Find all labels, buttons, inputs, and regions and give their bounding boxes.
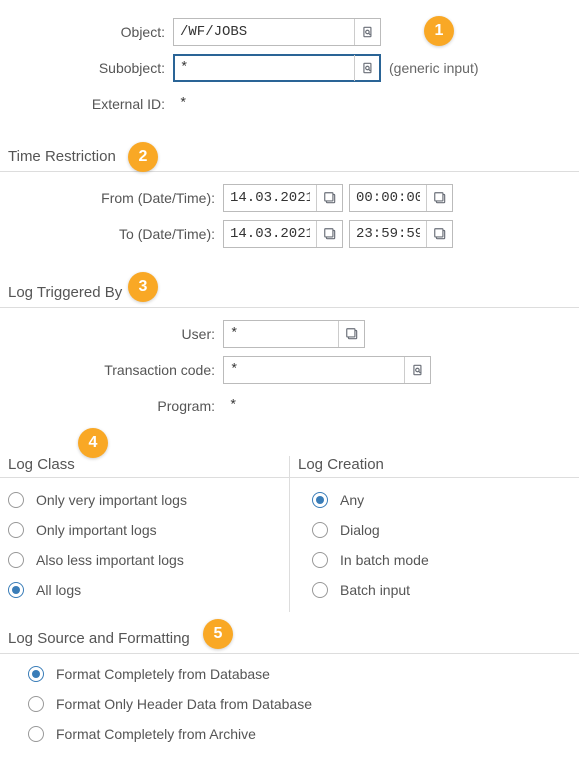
- logcreate-opt-any[interactable]: Any: [312, 492, 571, 508]
- logclass-opt-less-important[interactable]: Also less important logs: [8, 552, 281, 568]
- tcode-input[interactable]: [224, 357, 404, 383]
- radio-icon: [8, 582, 24, 598]
- tcode-label: Transaction code:: [8, 362, 223, 378]
- subobject-input-wrap: [173, 54, 381, 82]
- radio-label: Format Only Header Data from Database: [56, 696, 312, 712]
- marker-5: 5: [203, 619, 233, 649]
- program-label: Program:: [8, 398, 223, 414]
- object-input-wrap: [173, 18, 381, 46]
- to-time-input[interactable]: [350, 221, 426, 247]
- user-input-wrap: [223, 320, 365, 348]
- source-opt-db-full[interactable]: Format Completely from Database: [28, 666, 571, 682]
- class-creation-section: Log Class Only very important logs Only …: [0, 456, 579, 612]
- subobject-search-icon[interactable]: [354, 55, 380, 81]
- radio-label: Only very important logs: [36, 492, 187, 508]
- log-triggered-title: Log Triggered By: [0, 284, 579, 305]
- logcreate-opt-batch-input[interactable]: Batch input: [312, 582, 571, 598]
- radio-icon: [312, 492, 328, 508]
- subobject-label: Subobject:: [8, 60, 173, 76]
- radio-icon: [8, 552, 24, 568]
- radio-icon: [28, 696, 44, 712]
- radio-label: Any: [340, 492, 364, 508]
- source-opt-db-header[interactable]: Format Only Header Data from Database: [28, 696, 571, 712]
- object-search-icon[interactable]: [354, 19, 380, 45]
- radio-icon: [8, 522, 24, 538]
- logclass-opt-very-important[interactable]: Only very important logs: [8, 492, 281, 508]
- radio-label: Format Completely from Archive: [56, 726, 256, 742]
- to-date-picker-icon[interactable]: [316, 221, 342, 247]
- log-creation-col: Log Creation Any Dialog In batch mode Ba…: [290, 456, 579, 612]
- to-time-picker-icon[interactable]: [426, 221, 452, 247]
- from-date-input[interactable]: [224, 185, 316, 211]
- to-time-wrap: [349, 220, 453, 248]
- radio-label: Only important logs: [36, 522, 157, 538]
- object-label: Object:: [8, 24, 173, 40]
- from-date-wrap: [223, 184, 343, 212]
- tcode-search-icon[interactable]: [404, 357, 430, 383]
- user-label: User:: [8, 326, 223, 342]
- source-opt-archive[interactable]: Format Completely from Archive: [28, 726, 571, 742]
- subobject-hint: (generic input): [389, 60, 479, 76]
- radio-label: In batch mode: [340, 552, 429, 568]
- log-source-section: Log Source and Formatting Format Complet…: [0, 630, 579, 752]
- to-date-input[interactable]: [224, 221, 316, 247]
- object-section: Object: Subobject: (generic input) Exter…: [0, 0, 579, 130]
- radio-label: All logs: [36, 582, 81, 598]
- radio-label: Dialog: [340, 522, 380, 538]
- log-source-title: Log Source and Formatting: [0, 630, 579, 651]
- radio-icon: [312, 522, 328, 538]
- externalid-input[interactable]: [173, 90, 571, 118]
- radio-icon: [8, 492, 24, 508]
- logcreate-opt-dialog[interactable]: Dialog: [312, 522, 571, 538]
- to-date-wrap: [223, 220, 343, 248]
- radio-icon: [312, 582, 328, 598]
- marker-3: 3: [128, 272, 158, 302]
- marker-1: 1: [424, 16, 454, 46]
- from-time-wrap: [349, 184, 453, 212]
- externalid-label: External ID:: [8, 96, 173, 112]
- log-triggered-section: Log Triggered By User: Transaction code:…: [0, 284, 579, 438]
- logclass-opt-all[interactable]: All logs: [8, 582, 281, 598]
- radio-label: Format Completely from Database: [56, 666, 270, 682]
- subobject-input[interactable]: [174, 55, 354, 81]
- tcode-input-wrap: [223, 356, 431, 384]
- radio-icon: [28, 726, 44, 742]
- radio-label: Batch input: [340, 582, 410, 598]
- from-time-picker-icon[interactable]: [426, 185, 452, 211]
- to-label: To (Date/Time):: [8, 226, 223, 242]
- log-creation-title: Log Creation: [290, 456, 579, 477]
- logcreate-opt-batch[interactable]: In batch mode: [312, 552, 571, 568]
- marker-4: 4: [78, 428, 108, 458]
- from-time-input[interactable]: [350, 185, 426, 211]
- from-label: From (Date/Time):: [8, 190, 223, 206]
- log-class-title: Log Class: [0, 456, 289, 477]
- radio-icon: [312, 552, 328, 568]
- log-class-col: Log Class Only very important logs Only …: [0, 456, 290, 612]
- radio-label: Also less important logs: [36, 552, 184, 568]
- user-input[interactable]: [224, 321, 338, 347]
- from-date-picker-icon[interactable]: [316, 185, 342, 211]
- user-multi-icon[interactable]: [338, 321, 364, 347]
- time-restriction-title: Time Restriction: [0, 148, 579, 169]
- program-input[interactable]: [223, 392, 571, 420]
- object-input[interactable]: [174, 19, 354, 45]
- marker-2: 2: [128, 142, 158, 172]
- time-restriction-section: Time Restriction From (Date/Time): To (D…: [0, 148, 579, 266]
- radio-icon: [28, 666, 44, 682]
- logclass-opt-important[interactable]: Only important logs: [8, 522, 281, 538]
